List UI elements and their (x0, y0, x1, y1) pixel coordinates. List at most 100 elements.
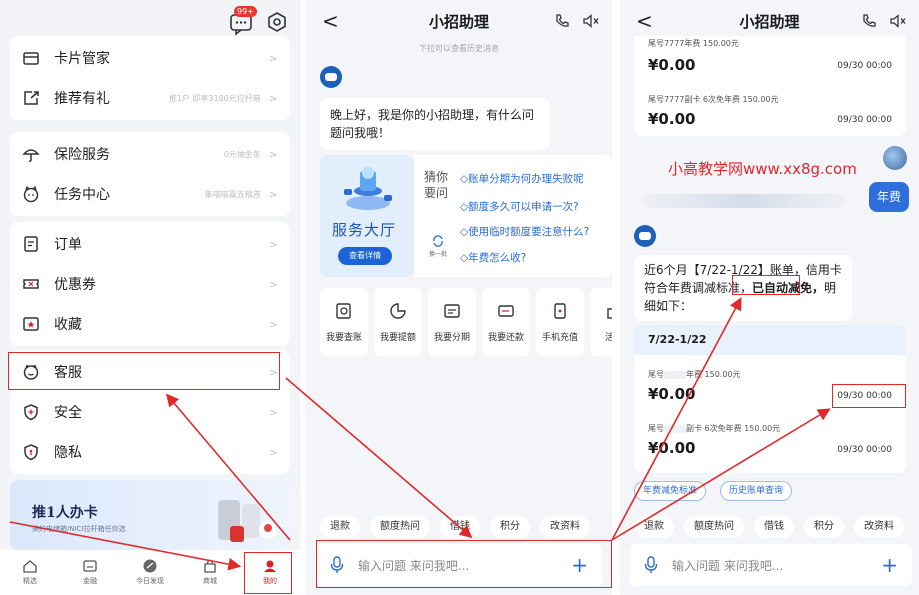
chat-header: < 小招助理 (306, 0, 612, 42)
service-hall-illustration (344, 167, 392, 210)
menu-item-insurance[interactable]: 保险服务 0元抽金条 > (10, 134, 290, 174)
fee-waiver-detail-card: 尾号 年费 150.00元 ¥0.00 09/30 00:00 尾号 副卡 6次免年… (634, 355, 906, 473)
chip-points[interactable]: 积分 (490, 516, 530, 538)
profile-menu-panel: 99+ 卡片管家 > 推荐有礼 推1户 即享3180元拉杆箱 > 保险服务 0元… (0, 0, 300, 595)
menu-item-privacy[interactable]: 隐私 > (10, 432, 290, 472)
chip-refund[interactable]: 退款 (634, 516, 674, 538)
menu-item-coupons[interactable]: 优惠券 > (10, 264, 290, 304)
panel-separator (612, 0, 620, 595)
chip-edit-profile[interactable]: 改资料 (540, 516, 590, 538)
card-icon (23, 52, 39, 65)
shortcut-label: 我要提额 (379, 332, 416, 343)
bill-item-name: 尾号7777年费 150.00元 (648, 39, 739, 48)
menu-item-favorites[interactable]: 收藏 > (10, 304, 290, 344)
greeting-bubble: 晚上好，我是你的小招助理，有什么问题问我哦！ (320, 98, 550, 150)
highlight-box-date (832, 384, 906, 408)
settings-icon[interactable] (266, 11, 288, 33)
view-details-button[interactable]: 查看详情 (338, 247, 392, 265)
shortcut-activities[interactable]: 活动 (590, 288, 612, 356)
repay-card-icon (498, 304, 514, 317)
bill-item-amount: ¥0.00 (648, 110, 696, 128)
menu-item-referral[interactable]: 推荐有礼 推1户 即享3180元拉杆箱 > (10, 78, 290, 118)
highlight-box-auto-waived (732, 275, 800, 295)
message-button[interactable]: 99+ (228, 6, 258, 36)
nav-label: 精选 (23, 577, 37, 585)
mobile-icon (554, 302, 566, 319)
fee-row-name: 尾号 副卡 6次免年费 150.00元 (648, 424, 781, 433)
chip-limit-faq[interactable]: 额度热问 (370, 516, 430, 538)
menu-item-label: 任务中心 (54, 187, 110, 203)
bill-period-header: 7/22-1/22 (634, 325, 906, 355)
highlight-box-chat-input (316, 540, 612, 588)
menu-item-card-manager[interactable]: 卡片管家 > (10, 38, 290, 78)
menu-item-hint: 0元抽金条 (223, 149, 261, 159)
phone-icon[interactable] (554, 13, 570, 29)
umbrella-icon (22, 149, 40, 162)
plus-button[interactable]: + (881, 553, 898, 577)
faq-question[interactable]: ◇使用临时额度要注意什么? (460, 224, 589, 239)
mute-icon[interactable] (889, 13, 907, 29)
refresh-suggestions-button[interactable]: 换一批 (426, 235, 450, 258)
chevron-right-icon: > (268, 147, 278, 161)
star-box-icon (23, 317, 39, 331)
quick-chip-row: 退款 额度热问 借钱 积分 改资料 (320, 516, 590, 538)
back-button[interactable]: < (636, 9, 653, 33)
faq-question[interactable]: ◇额度多久可以申请一次? (460, 199, 579, 214)
chip-borrow[interactable]: 借钱 (754, 516, 794, 538)
shortcut-raise-limit[interactable]: 我要提额 (374, 288, 422, 356)
chat-title: 小招助理 (739, 12, 800, 31)
mute-icon[interactable] (582, 13, 600, 29)
nav-discover[interactable]: 今日发现 (120, 550, 180, 595)
menu-item-label: 订单 (54, 237, 82, 253)
nav-finance[interactable]: 金融 (60, 550, 120, 595)
highlight-box-customer-service (8, 352, 280, 390)
menu-item-security[interactable]: 安全 > (10, 392, 290, 432)
chip-borrow[interactable]: 借钱 (440, 516, 480, 538)
chip-refund[interactable]: 退款 (320, 516, 360, 538)
privacy-shield-icon (24, 444, 38, 461)
chat-input-placeholder: 输入问题 来问我吧... (672, 558, 784, 573)
chip-edit-profile[interactable]: 改资料 (854, 516, 904, 538)
menu-item-label: 推荐有礼 (54, 91, 110, 107)
bill-search-icon (336, 302, 351, 319)
bill-history-link[interactable]: 历史账单查询 (720, 481, 793, 501)
menu-item-label: 优惠券 (54, 277, 96, 293)
microphone-icon[interactable] (644, 556, 658, 574)
service-hall-title: 服务大厅 (332, 221, 397, 239)
faq-question[interactable]: ◇账单分期为何办理失败呢 (460, 171, 584, 186)
pie-icon (390, 302, 406, 319)
chip-limit-faq[interactable]: 额度热问 (684, 516, 744, 538)
fee-waiver-standard-link[interactable]: 年费减免标准 (634, 481, 707, 501)
chip-points[interactable]: 积分 (804, 516, 844, 538)
menu-item-label: 隐私 (54, 445, 82, 461)
shortcut-repay[interactable]: 我要还款 (482, 288, 530, 356)
nav-mall[interactable]: 商城 (180, 550, 240, 595)
installment-icon (444, 303, 460, 318)
shortcut-check-bill[interactable]: 我要查账 (320, 288, 368, 356)
menu-card-3: 订单 > 优惠券 > 收藏 > (10, 222, 290, 346)
chevron-right-icon: > (268, 91, 278, 105)
shortcut-phone-topup[interactable]: 手机充值 (536, 288, 584, 356)
promo-subtitle: 美的电烤箱/NICI拉杆箱任你选 (32, 525, 126, 533)
nav-featured[interactable]: 精选 (0, 550, 60, 595)
chat-input-bar[interactable]: 输入问题 来问我吧... + (630, 544, 912, 586)
promo-title: 推1人办卡 (32, 505, 98, 521)
fee-row-amount: ¥0.00 (648, 385, 696, 403)
menu-item-orders[interactable]: 订单 > (10, 224, 290, 264)
faq-question[interactable]: ◇年费怎么收? (460, 250, 526, 265)
chevron-right-icon: > (268, 51, 278, 65)
back-button[interactable]: < (322, 9, 339, 33)
discover-icon (143, 559, 157, 573)
chevron-right-icon: > (268, 187, 278, 201)
shortcut-label: 活动 (604, 332, 612, 343)
bill-item-amount: ¥0.00 (648, 56, 696, 74)
phone-icon[interactable] (861, 13, 877, 29)
service-hall-card[interactable]: 服务大厅 查看详情 (320, 155, 414, 277)
referral-promo-banner[interactable]: 推1人办卡 美的电烤箱/NICI拉杆箱任你选 (10, 480, 290, 550)
menu-item-task-center[interactable]: 任务中心 集喵喵赢五粮液 > (10, 174, 290, 214)
shortcut-installment[interactable]: 我要分期 (428, 288, 476, 356)
shortcut-label: 我要分期 (433, 332, 470, 343)
user-message-bubble: 年费 (869, 182, 909, 212)
assistant-chat-panel: < 小招助理 下拉可以查看历史消息 晚上好，我是你的小招助理，有什么问题问我哦！… (306, 0, 612, 595)
menu-item-label: 安全 (54, 405, 82, 421)
